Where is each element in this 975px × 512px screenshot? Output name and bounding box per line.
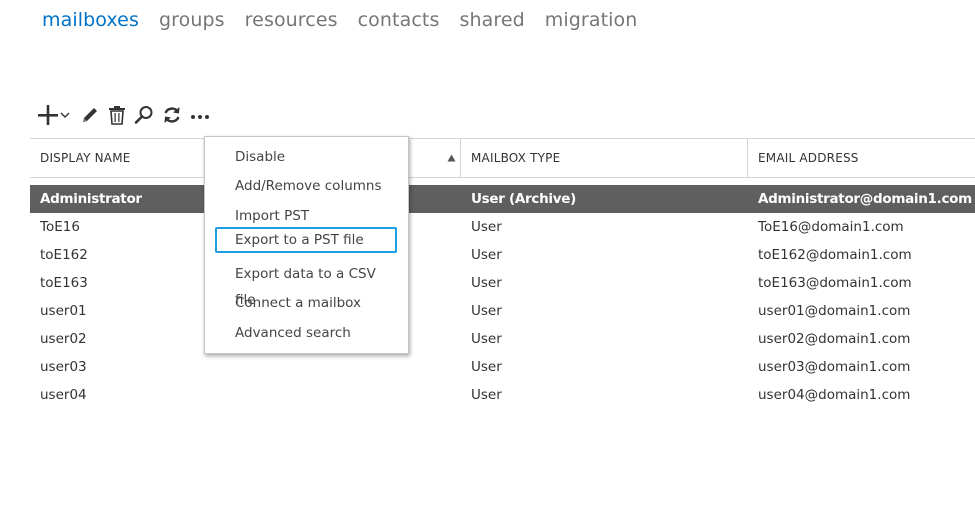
cell-display-name: user03: [40, 359, 87, 375]
cell-display-name: toE162: [40, 247, 88, 263]
table-row[interactable]: ToE16 User ToE16@domain1.com: [30, 213, 975, 241]
cell-email-address: Administrator@domain1.com: [758, 191, 972, 207]
cell-display-name: toE163: [40, 275, 88, 291]
pencil-icon: [83, 108, 97, 122]
table-row[interactable]: user01 User user01@domain1.com: [30, 297, 975, 325]
cell-display-name: user01: [40, 303, 87, 319]
table-row[interactable]: toE163 User toE163@domain1.com: [30, 269, 975, 297]
table-row[interactable]: user03 User user03@domain1.com: [30, 353, 975, 381]
trash-icon: [109, 106, 125, 125]
edit-button[interactable]: [80, 103, 100, 127]
more-options-menu: Disable Add/Remove columns Import PST Ex…: [204, 136, 409, 354]
tab-groups[interactable]: groups: [159, 6, 225, 34]
more-options-button[interactable]: [190, 103, 210, 127]
toolbar: [38, 103, 218, 127]
tab-shared[interactable]: shared: [459, 6, 524, 34]
sort-ascending-icon[interactable]: [447, 154, 456, 162]
cell-mailbox-type: User: [471, 387, 502, 403]
table-header: DISPLAY NAME MAILBOX TYPE EMAIL ADDRESS: [30, 138, 975, 178]
tab-contacts[interactable]: contacts: [358, 6, 440, 34]
cell-mailbox-type: User: [471, 275, 502, 291]
cell-email-address: toE163@domain1.com: [758, 275, 912, 291]
tab-migration[interactable]: migration: [545, 6, 638, 34]
new-button[interactable]: [38, 103, 70, 127]
cell-display-name: user02: [40, 331, 87, 347]
cell-mailbox-type: User: [471, 247, 502, 263]
table-body: Administrator User (Archive) Administrat…: [30, 185, 975, 409]
mailbox-table: DISPLAY NAME MAILBOX TYPE EMAIL ADDRESS …: [30, 138, 975, 409]
cell-email-address: user03@domain1.com: [758, 359, 911, 375]
menu-item-export-csv[interactable]: Export data to a CSV file: [215, 261, 397, 308]
table-row[interactable]: user02 User user02@domain1.com: [30, 325, 975, 353]
cell-mailbox-type: User: [471, 219, 502, 235]
cell-email-address: user04@domain1.com: [758, 387, 911, 403]
cell-display-name: Administrator: [40, 191, 142, 207]
refresh-icon: [164, 107, 180, 123]
column-header-email-address[interactable]: EMAIL ADDRESS: [748, 139, 859, 177]
cell-email-address: toE162@domain1.com: [758, 247, 912, 263]
menu-item-advanced-search[interactable]: Advanced search: [215, 320, 397, 346]
table-row[interactable]: toE162 User toE162@domain1.com: [30, 241, 975, 269]
delete-button[interactable]: [108, 103, 126, 127]
cell-mailbox-type: User: [471, 303, 502, 319]
cell-mailbox-type: User: [471, 331, 502, 347]
cell-email-address: user02@domain1.com: [758, 331, 911, 347]
cell-mailbox-type: User: [471, 359, 502, 375]
refresh-button[interactable]: [162, 103, 182, 127]
tab-mailboxes[interactable]: mailboxes: [42, 6, 139, 34]
cell-email-address: user01@domain1.com: [758, 303, 911, 319]
tab-resources[interactable]: resources: [245, 6, 338, 34]
top-nav: mailboxes groups resources contacts shar…: [42, 6, 657, 34]
search-icon: [134, 106, 153, 124]
menu-item-import-pst[interactable]: Import PST: [215, 203, 397, 229]
menu-item-export-pst[interactable]: Export to a PST file: [215, 227, 397, 253]
table-row[interactable]: user04 User user04@domain1.com: [30, 381, 975, 409]
dropdown-caret-icon: [60, 112, 70, 118]
column-header-mailbox-type[interactable]: MAILBOX TYPE: [461, 139, 560, 177]
menu-item-add-remove-columns[interactable]: Add/Remove columns: [215, 173, 397, 199]
cell-mailbox-type: User (Archive): [471, 191, 576, 207]
menu-item-disable[interactable]: Disable: [215, 144, 397, 170]
column-header-display-name[interactable]: DISPLAY NAME: [30, 139, 131, 177]
more-icon: [191, 115, 209, 119]
cell-email-address: ToE16@domain1.com: [758, 219, 904, 235]
search-button[interactable]: [134, 103, 154, 127]
cell-display-name: user04: [40, 387, 87, 403]
menu-item-connect-mailbox[interactable]: Connect a mailbox: [215, 290, 397, 316]
cell-display-name: ToE16: [40, 219, 80, 235]
table-row[interactable]: Administrator User (Archive) Administrat…: [30, 185, 975, 213]
plus-icon: [38, 105, 58, 125]
